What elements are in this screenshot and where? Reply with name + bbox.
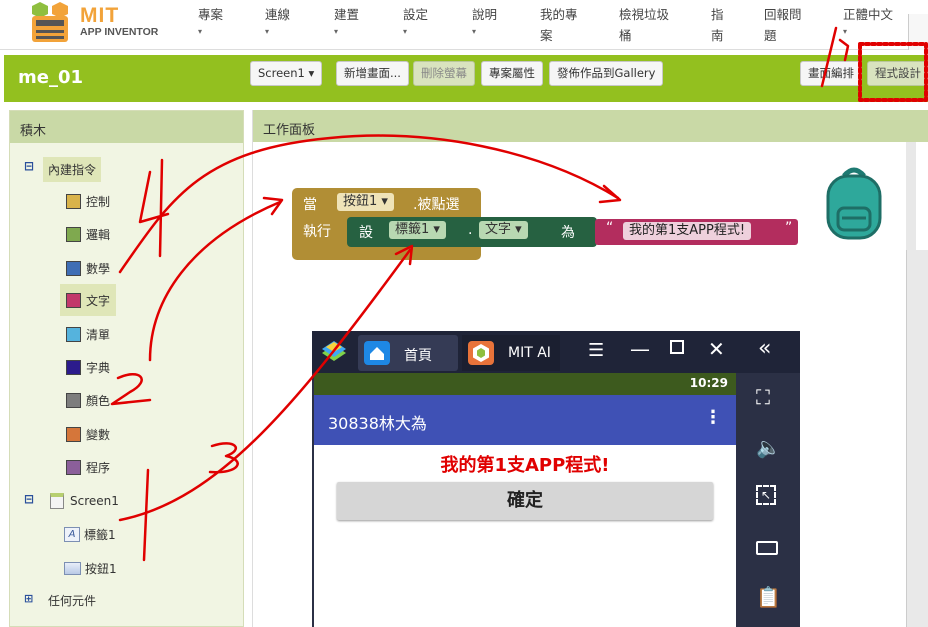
close-icon[interactable]: ✕: [708, 337, 725, 361]
control-swatch-icon: [66, 193, 81, 209]
menu-guide[interactable]: 指南: [711, 4, 724, 46]
keyboard-icon[interactable]: [756, 541, 778, 555]
mit-ai-app-icon: [468, 341, 494, 365]
event-when-label: 當: [303, 197, 317, 213]
label-component-icon: A: [64, 526, 80, 542]
workspace-title: 工作面板: [253, 110, 928, 142]
screen-select-button[interactable]: Screen1 ▾: [250, 61, 323, 86]
component-label1[interactable]: A 標籤1: [64, 522, 116, 546]
publish-gallery-button[interactable]: 發佈作品到Gallery: [549, 61, 664, 86]
any-component-node[interactable]: 任何元件: [48, 588, 96, 612]
category-procedures[interactable]: 程序: [66, 455, 110, 479]
menu-scroll-edge: [908, 14, 928, 50]
category-text[interactable]: 文字: [60, 284, 117, 316]
category-colors[interactable]: 顏色: [66, 388, 110, 412]
setter-dot-label: .: [468, 222, 473, 238]
menu-help[interactable]: 說明 ▾: [472, 4, 497, 38]
status-bar: 10:29: [314, 373, 736, 395]
category-dictionaries[interactable]: 字典: [66, 355, 110, 379]
menu-project[interactable]: 專案 ▾: [198, 4, 223, 38]
text-close-quote: ”: [785, 220, 793, 236]
builtin-collapse-toggle[interactable]: ⊟: [24, 159, 34, 173]
logic-swatch-icon: [66, 226, 81, 242]
variables-swatch-icon: [66, 426, 81, 442]
category-control[interactable]: 控制: [66, 189, 110, 213]
event-name-label: .被點選: [413, 197, 460, 213]
blocks-panel: 積木: [9, 110, 244, 627]
label1-display: 我的第1支APP程式!: [440, 455, 610, 476]
project-properties-button[interactable]: 專案屬性: [481, 61, 543, 86]
app-title-bar: 30838林大為 ⋮: [314, 395, 736, 445]
menu-icon[interactable]: ☰: [588, 340, 604, 361]
pointer-select-icon[interactable]: ↖: [756, 485, 776, 505]
status-time: 10:29: [689, 376, 728, 390]
app-inventor-logo[interactable]: MIT APP INVENTOR: [26, 2, 186, 46]
builtin-node[interactable]: 內建指令: [43, 156, 102, 182]
tab-mit-ai[interactable]: MIT AI: [462, 335, 560, 371]
setter-set-label: 設: [359, 225, 373, 241]
screen-icon: [50, 493, 64, 509]
any-component-expand-toggle[interactable]: ⊞: [24, 592, 33, 605]
component-button1[interactable]: 按鈕1: [64, 556, 117, 580]
math-swatch-icon: [66, 260, 81, 276]
volume-icon[interactable]: 🔈: [756, 435, 781, 459]
overflow-menu-icon[interactable]: ⋮: [704, 407, 722, 428]
screen1-node[interactable]: Screen1: [50, 489, 119, 513]
logo-subtitle: APP INVENTOR: [80, 26, 159, 38]
emulator-tabbar: 首頁 MIT AI ☰ — ✕ «: [312, 331, 800, 373]
tab-home[interactable]: 首頁: [358, 335, 458, 371]
category-logic[interactable]: 邏輯: [66, 222, 110, 246]
menu-report[interactable]: 回報問題: [764, 4, 802, 46]
logo-icon: [32, 2, 68, 42]
bluestacks-logo-icon: [322, 341, 346, 361]
minimize-icon[interactable]: —: [630, 337, 650, 361]
fullscreen-icon[interactable]: ⛶: [756, 385, 770, 409]
screen-collapse-toggle[interactable]: ⊟: [24, 492, 34, 506]
home-icon: [364, 341, 390, 365]
emulator-window: 首頁 MIT AI ☰ — ✕ « 10:29 30838林大為 ⋮ 我的第1支…: [312, 331, 800, 627]
colors-swatch-icon: [66, 392, 81, 408]
menu-language[interactable]: 正體中文 ▾: [843, 4, 893, 38]
menu-my-projects[interactable]: 我的專案: [540, 4, 578, 46]
phone-screen: 10:29 30838林大為 ⋮ 我的第1支APP程式! 確定: [314, 373, 736, 627]
backpack-icon[interactable]: [822, 166, 886, 242]
emulator-side-toolbar: ⛶ 🔈 ↖ 📋: [736, 373, 800, 627]
top-menu-bar: MIT APP INVENTOR 專案 ▾ 連線 ▾ 建置 ▾ 設定 ▾ 說明 ▾ 我的專…: [0, 0, 928, 50]
add-screen-button[interactable]: 新增畫面...: [336, 61, 409, 86]
app-title: 30838林大為: [328, 414, 427, 433]
button-component-icon: [64, 561, 81, 575]
event-do-label: 執行: [303, 224, 331, 240]
maximize-icon[interactable]: [670, 340, 684, 354]
dictionaries-swatch-icon: [66, 359, 81, 375]
text-swatch-icon: [66, 292, 81, 308]
button1-display[interactable]: 確定: [337, 482, 713, 520]
text-open-quote: “: [606, 220, 614, 236]
lists-swatch-icon: [66, 326, 81, 342]
designer-button[interactable]: 畫面編排: [800, 61, 862, 86]
logo-title: MIT: [80, 4, 120, 27]
event-component-dropdown[interactable]: 按鈕1 ▾: [337, 193, 394, 211]
blocks-panel-title: 積木: [10, 111, 243, 143]
project-toolbar: me_01 Screen1 ▾ 新增畫面... 刪除螢幕 專案屬性 發佈作品到G…: [4, 55, 928, 102]
procedures-swatch-icon: [66, 459, 81, 475]
paste-icon[interactable]: 📋: [756, 585, 781, 609]
menu-trash[interactable]: 檢視垃圾桶: [619, 4, 669, 46]
collapse-sidebar-icon[interactable]: «: [758, 336, 771, 361]
blocks-editor-button[interactable]: 程式設計: [867, 61, 928, 86]
setter-to-label: 為: [561, 225, 575, 241]
menu-settings[interactable]: 設定 ▾: [403, 4, 428, 38]
project-name: me_01: [18, 67, 84, 88]
text-string-value[interactable]: 我的第1支APP程式!: [623, 222, 752, 240]
page-scrollbar[interactable]: [906, 250, 928, 627]
category-lists[interactable]: 清單: [66, 322, 110, 346]
menu-build[interactable]: 建置 ▾: [334, 4, 359, 38]
setter-component-dropdown[interactable]: 標籤1 ▾: [389, 221, 446, 239]
menu-connect[interactable]: 連線 ▾: [265, 4, 290, 38]
category-variables[interactable]: 變數: [66, 422, 110, 446]
setter-property-dropdown[interactable]: 文字 ▾: [479, 221, 528, 239]
category-math[interactable]: 數學: [66, 256, 110, 280]
remove-screen-button[interactable]: 刪除螢幕: [413, 61, 475, 86]
